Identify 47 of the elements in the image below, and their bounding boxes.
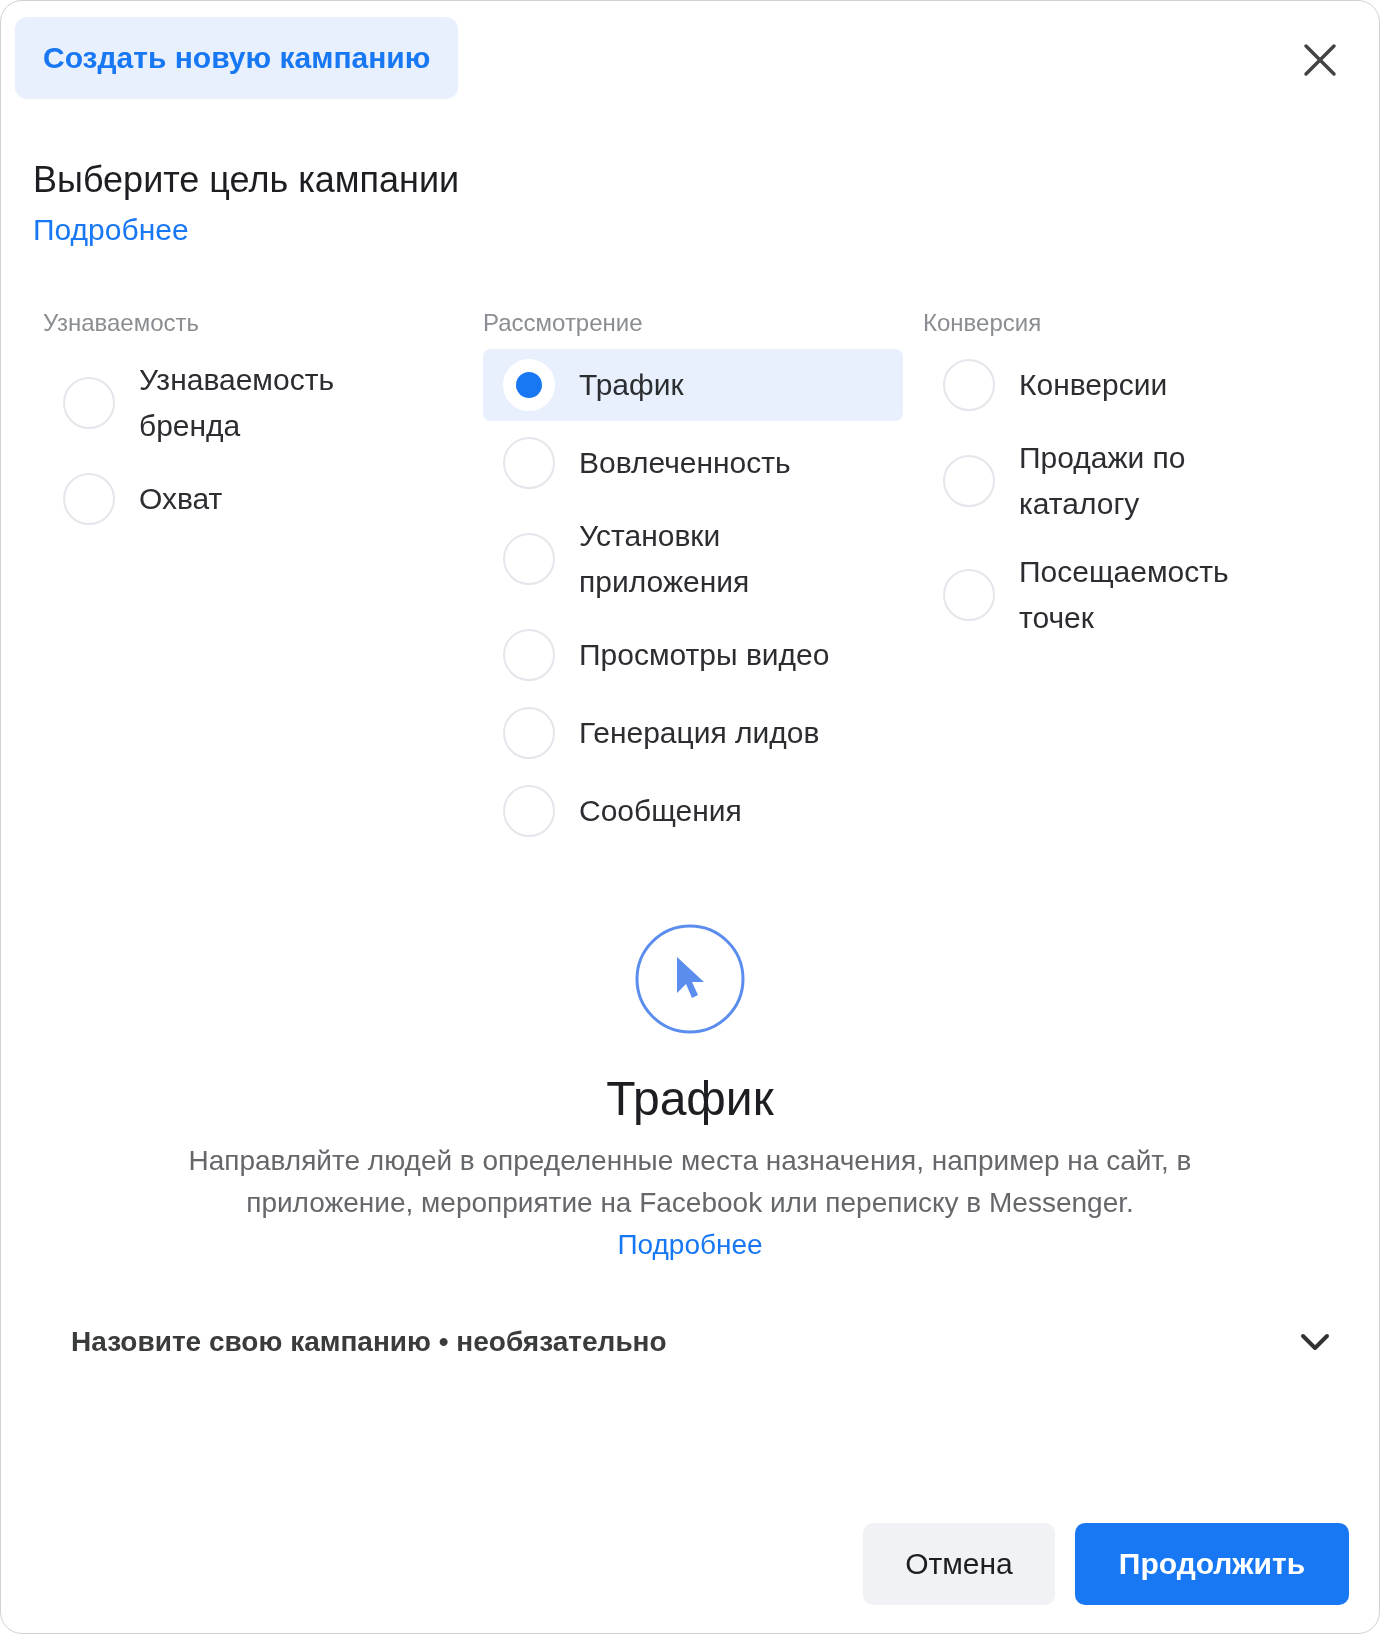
radio-button[interactable] bbox=[503, 707, 555, 759]
option-label: Продажи по каталогу bbox=[1019, 440, 1187, 522]
radio-button[interactable] bbox=[503, 629, 555, 681]
option-label: Посещаемость точек bbox=[1019, 554, 1230, 636]
radio-button[interactable] bbox=[503, 437, 555, 489]
option-label: Просмотры видео bbox=[579, 637, 830, 673]
radio-button[interactable] bbox=[503, 533, 555, 585]
option-label: Генерация лидов bbox=[579, 715, 820, 751]
objective-option[interactable]: Трафик bbox=[483, 349, 903, 421]
objective-option[interactable]: Продажи по каталогу bbox=[923, 427, 1343, 535]
objective-option[interactable]: Конверсии bbox=[923, 349, 1343, 421]
radio-button[interactable] bbox=[943, 359, 995, 411]
objective-title: Трафик bbox=[606, 1071, 774, 1126]
dialog-tab[interactable]: Создать новую кампанию bbox=[15, 17, 459, 99]
option-label: Вовлеченность bbox=[579, 445, 791, 481]
objective-description: Направляйте людей в определенные места назначения, например на сайт, в приложение, мероприятие на Facebook или переписку в Messenger. Подробнее bbox=[187, 1144, 1193, 1262]
dialog-heading: Выберите цель кампании bbox=[33, 159, 461, 201]
chevron-icon[interactable] bbox=[1299, 1332, 1331, 1352]
objective-option[interactable]: Посещаемость точек bbox=[923, 541, 1343, 649]
option-label: Узнаваемость бренда bbox=[139, 362, 336, 444]
objective-option[interactable]: Сообщения bbox=[483, 775, 903, 847]
radio-button[interactable] bbox=[503, 785, 555, 837]
close-icon[interactable] bbox=[1303, 43, 1337, 77]
objective-option[interactable]: Просмотры видео bbox=[483, 619, 903, 691]
option-label: Установки приложения bbox=[579, 518, 751, 600]
option-label: Охват bbox=[139, 481, 223, 517]
radio-button[interactable] bbox=[943, 569, 995, 621]
learn-more-link[interactable]: Подробнее bbox=[33, 213, 189, 247]
objective-option[interactable]: Охват bbox=[43, 463, 463, 535]
cancel-button[interactable]: Отмена bbox=[863, 1523, 1055, 1605]
continue-button[interactable]: Продолжить bbox=[1075, 1523, 1349, 1605]
learn-more-link[interactable]: Подробнее bbox=[617, 1229, 763, 1260]
campaign-name-label: Назовите свою кампанию • необязательно bbox=[71, 1326, 667, 1358]
option-label: Сообщения bbox=[579, 793, 742, 829]
category-heading: Узнаваемость bbox=[43, 309, 201, 337]
option-label: Конверсии bbox=[1019, 367, 1168, 403]
radio-button[interactable] bbox=[63, 377, 115, 429]
cursor-icon bbox=[634, 923, 746, 1035]
objective-option[interactable]: Установки приложения bbox=[483, 505, 903, 613]
category-heading: Рассмотрение bbox=[483, 309, 644, 337]
option-label: Трафик bbox=[579, 367, 684, 403]
objective-option[interactable]: Узнаваемость бренда bbox=[43, 349, 463, 457]
objective-option[interactable]: Вовлеченность bbox=[483, 427, 903, 499]
radio-button[interactable] bbox=[63, 473, 115, 525]
objective-option[interactable]: Генерация лидов bbox=[483, 697, 903, 769]
radio-button[interactable] bbox=[943, 455, 995, 507]
category-heading: Конверсия bbox=[923, 309, 1043, 337]
